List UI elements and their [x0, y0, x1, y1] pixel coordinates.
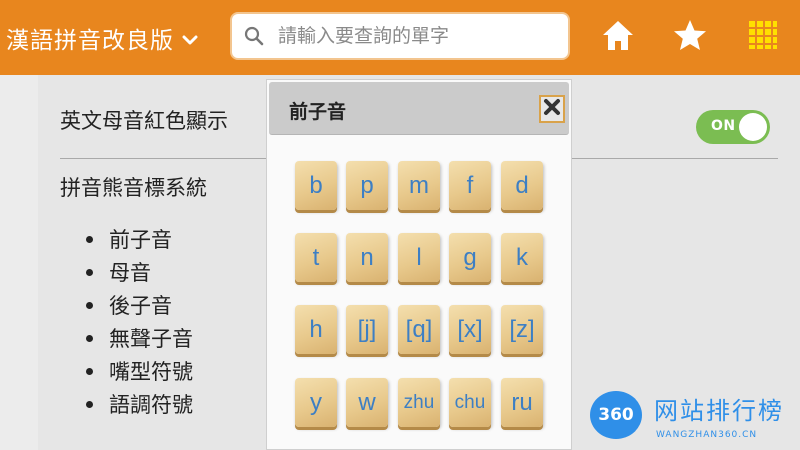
app-title: 漢語拼音改良版 — [6, 28, 174, 54]
system-label: 拼音熊音標系統 — [60, 176, 207, 200]
pinyin-tile[interactable]: d — [501, 161, 543, 210]
toggle-knob — [739, 113, 767, 141]
search-icon — [244, 26, 264, 46]
pinyin-tile[interactable]: y — [295, 378, 337, 427]
grid-icon — [748, 20, 778, 54]
pinyin-tile[interactable]: b — [295, 161, 337, 210]
vowel-color-label: 英文母音紅色顯示 — [60, 109, 228, 133]
list-item-voiceless-consonants[interactable]: 無聲子音 — [86, 322, 193, 355]
watermark-name: 网站排行榜 — [654, 397, 784, 425]
bullet-dot — [86, 368, 93, 375]
initial-consonants-popup: 前子音 b p m f d t n l g k h [j] [q] [x] [z… — [266, 79, 572, 450]
list-item-vowels[interactable]: 母音 — [86, 256, 193, 289]
pinyin-tile[interactable]: l — [398, 233, 440, 282]
pinyin-tile[interactable]: ru — [501, 378, 543, 427]
pinyin-tile[interactable]: n — [346, 233, 388, 282]
pinyin-tile[interactable]: f — [449, 161, 491, 210]
list-item-initial-consonants[interactable]: 前子音 — [86, 223, 193, 256]
list-item-final-consonants[interactable]: 後子音 — [86, 289, 193, 322]
home-icon — [600, 18, 636, 56]
watermark: 360 网站排行榜 WANGZHAN360.CN — [588, 385, 800, 445]
search-input[interactable] — [278, 25, 548, 47]
app-header: 漢語拼音改良版 — [0, 0, 800, 75]
favorites-button[interactable] — [671, 18, 709, 56]
pinyin-tile[interactable]: h — [295, 305, 337, 354]
bullet-dot — [86, 236, 93, 243]
close-button[interactable] — [539, 95, 565, 123]
phonetic-category-list: 前子音 母音 後子音 無聲子音 嘴型符號 語調符號 — [86, 223, 193, 421]
popup-title: 前子音 — [289, 101, 347, 123]
pinyin-tile[interactable]: p — [346, 161, 388, 210]
pinyin-tile[interactable]: [j] — [346, 305, 388, 354]
watermark-badge: 360 — [590, 391, 642, 439]
pinyin-tile[interactable]: k — [501, 233, 543, 282]
menu-grid-button[interactable] — [744, 18, 782, 56]
star-icon — [672, 18, 708, 56]
home-button[interactable] — [599, 18, 637, 56]
chevron-down-icon — [182, 31, 198, 50]
pinyin-tile[interactable]: [q] — [398, 305, 440, 354]
pinyin-tile[interactable]: [z] — [501, 305, 543, 354]
pinyin-tile[interactable]: chu — [449, 378, 491, 427]
pinyin-tile[interactable]: w — [346, 378, 388, 427]
toggle-state-label: ON — [711, 118, 736, 134]
close-icon — [543, 98, 561, 120]
pinyin-tile[interactable]: [x] — [449, 305, 491, 354]
bullet-dot — [86, 401, 93, 408]
watermark-url: WANGZHAN360.CN — [656, 430, 758, 440]
bullet-dot — [86, 269, 93, 276]
app-title-dropdown[interactable]: 漢語拼音改良版 — [6, 20, 198, 56]
pinyin-tile[interactable]: g — [449, 233, 491, 282]
popup-header: 前子音 — [269, 82, 569, 135]
search-box[interactable] — [230, 12, 570, 60]
vowel-color-toggle[interactable]: ON — [696, 110, 770, 144]
pinyin-tile[interactable]: zhu — [398, 378, 440, 427]
list-item-mouth-shape-symbols[interactable]: 嘴型符號 — [86, 355, 193, 388]
pinyin-tile[interactable]: m — [398, 161, 440, 210]
bullet-dot — [86, 302, 93, 309]
pinyin-tile[interactable]: t — [295, 233, 337, 282]
list-item-tone-symbols[interactable]: 語調符號 — [86, 388, 193, 421]
bullet-dot — [86, 335, 93, 342]
